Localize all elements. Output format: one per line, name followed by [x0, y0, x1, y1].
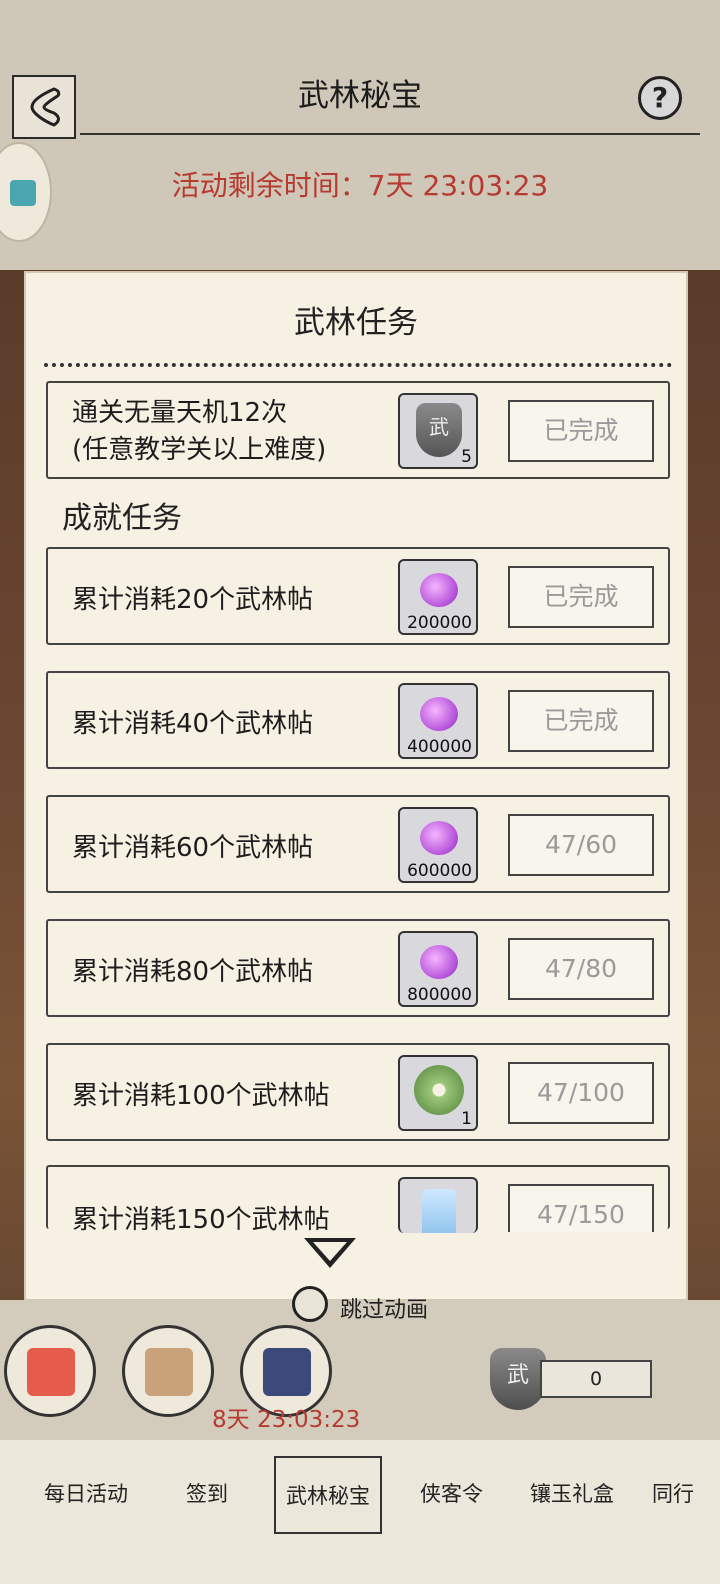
reward-count: 600000	[407, 861, 472, 881]
achievement-section-title: 成就任务	[62, 501, 182, 536]
tab-companion[interactable]: 同行	[652, 1478, 694, 1508]
achievement-row: 累计消耗100个武林帖 1 47/100	[46, 1043, 670, 1141]
task-progress-box: 47/150	[508, 1184, 654, 1232]
panel-title: 武林任务	[294, 305, 418, 341]
achievement-text: 累计消耗80个武林帖	[72, 957, 314, 987]
jade-token-icon	[422, 1189, 456, 1233]
achievement-text: 累计消耗60个武林帖	[72, 833, 314, 863]
calendar-icon	[27, 1348, 75, 1396]
event-timer: 活动剩余时间：7天 23:03:23	[171, 169, 549, 202]
help-button[interactable]: ?	[638, 76, 682, 120]
main-task-row: 通关无量天机12次 (任意教学关以上难度) 武 5 已完成	[46, 381, 670, 479]
tab-hero-order[interactable]: 侠客令	[420, 1478, 483, 1508]
purple-gem-icon	[420, 821, 458, 855]
purple-gem-icon	[420, 697, 458, 731]
top-bar	[0, 0, 720, 270]
reward-item[interactable]: 1	[398, 1055, 478, 1131]
skip-animation-label: 跳过动画	[340, 1298, 429, 1323]
header-divider	[80, 133, 700, 135]
tab-wulin-treasure[interactable]: 武林秘宝	[274, 1456, 382, 1534]
achievement-text: 累计消耗40个武林帖	[72, 709, 314, 739]
reward-item[interactable]	[398, 1177, 478, 1233]
main-task-line2: (任意教学关以上难度)	[72, 435, 327, 465]
dotted-divider	[44, 363, 672, 367]
task-progress-box: 47/100	[508, 1062, 654, 1124]
shop-icon	[145, 1348, 193, 1396]
reward-count: 5	[461, 447, 472, 467]
reward-count: 1	[461, 1109, 472, 1129]
task-progress-box: 47/60	[508, 814, 654, 876]
purple-gem-icon	[420, 945, 458, 979]
achievement-row: 累计消耗150个武林帖 47/150	[46, 1165, 670, 1235]
wu-token-icon: 武	[490, 1348, 546, 1410]
page-title: 武林秘宝	[298, 78, 422, 114]
main-task-line1: 通关无量天机12次	[72, 398, 288, 428]
task-status-button[interactable]: 已完成	[508, 400, 654, 462]
calendar-activity-button[interactable]	[4, 1325, 96, 1417]
achievement-text: 累计消耗20个武林帖	[72, 585, 314, 615]
wu-shield-icon: 武	[416, 403, 462, 457]
reward-count: 800000	[407, 985, 472, 1005]
task-status-button[interactable]: 已完成	[508, 566, 654, 628]
token-count: 0	[540, 1360, 652, 1398]
jade-coin-icon	[414, 1065, 464, 1115]
tab-daily-activity[interactable]: 每日活动	[44, 1478, 128, 1508]
task-panel: 武林任务 通关无量天机12次 (任意教学关以上难度) 武 5 已完成 成就任务 …	[24, 271, 688, 1301]
scroll-down-icon-fill	[313, 1242, 347, 1261]
hero-hat-icon	[263, 1348, 311, 1396]
achievement-text: 累计消耗150个武林帖	[72, 1205, 330, 1235]
reward-item[interactable]: 武 5	[398, 393, 478, 469]
activity-timer: 8天 23:03:23	[212, 1407, 361, 1433]
achievement-row: 累计消耗60个武林帖 600000 47/60	[46, 795, 670, 893]
achievement-row: 累计消耗20个武林帖 200000 已完成	[46, 547, 670, 645]
task-status-button[interactable]: 已完成	[508, 690, 654, 752]
reward-item[interactable]: 800000	[398, 931, 478, 1007]
tab-sign-in[interactable]: 签到	[186, 1478, 228, 1508]
task-progress-box: 47/80	[508, 938, 654, 1000]
main-task-text: 通关无量天机12次 (任意教学关以上难度)	[72, 395, 326, 469]
achievement-row: 累计消耗40个武林帖 400000 已完成	[46, 671, 670, 769]
reward-count: 200000	[407, 613, 472, 633]
purple-gem-icon	[420, 573, 458, 607]
reward-item[interactable]: 400000	[398, 683, 478, 759]
achievement-text: 累计消耗100个武林帖	[72, 1081, 330, 1111]
reward-count: 400000	[407, 737, 472, 757]
reward-item[interactable]: 200000	[398, 559, 478, 635]
reward-item[interactable]: 600000	[398, 807, 478, 883]
skip-animation-checkbox[interactable]	[292, 1286, 328, 1322]
achievement-row: 累计消耗80个武林帖 800000 47/80	[46, 919, 670, 1017]
shop-activity-button[interactable]	[122, 1325, 214, 1417]
tab-jade-giftbox[interactable]: 镶玉礼盒	[530, 1478, 614, 1508]
